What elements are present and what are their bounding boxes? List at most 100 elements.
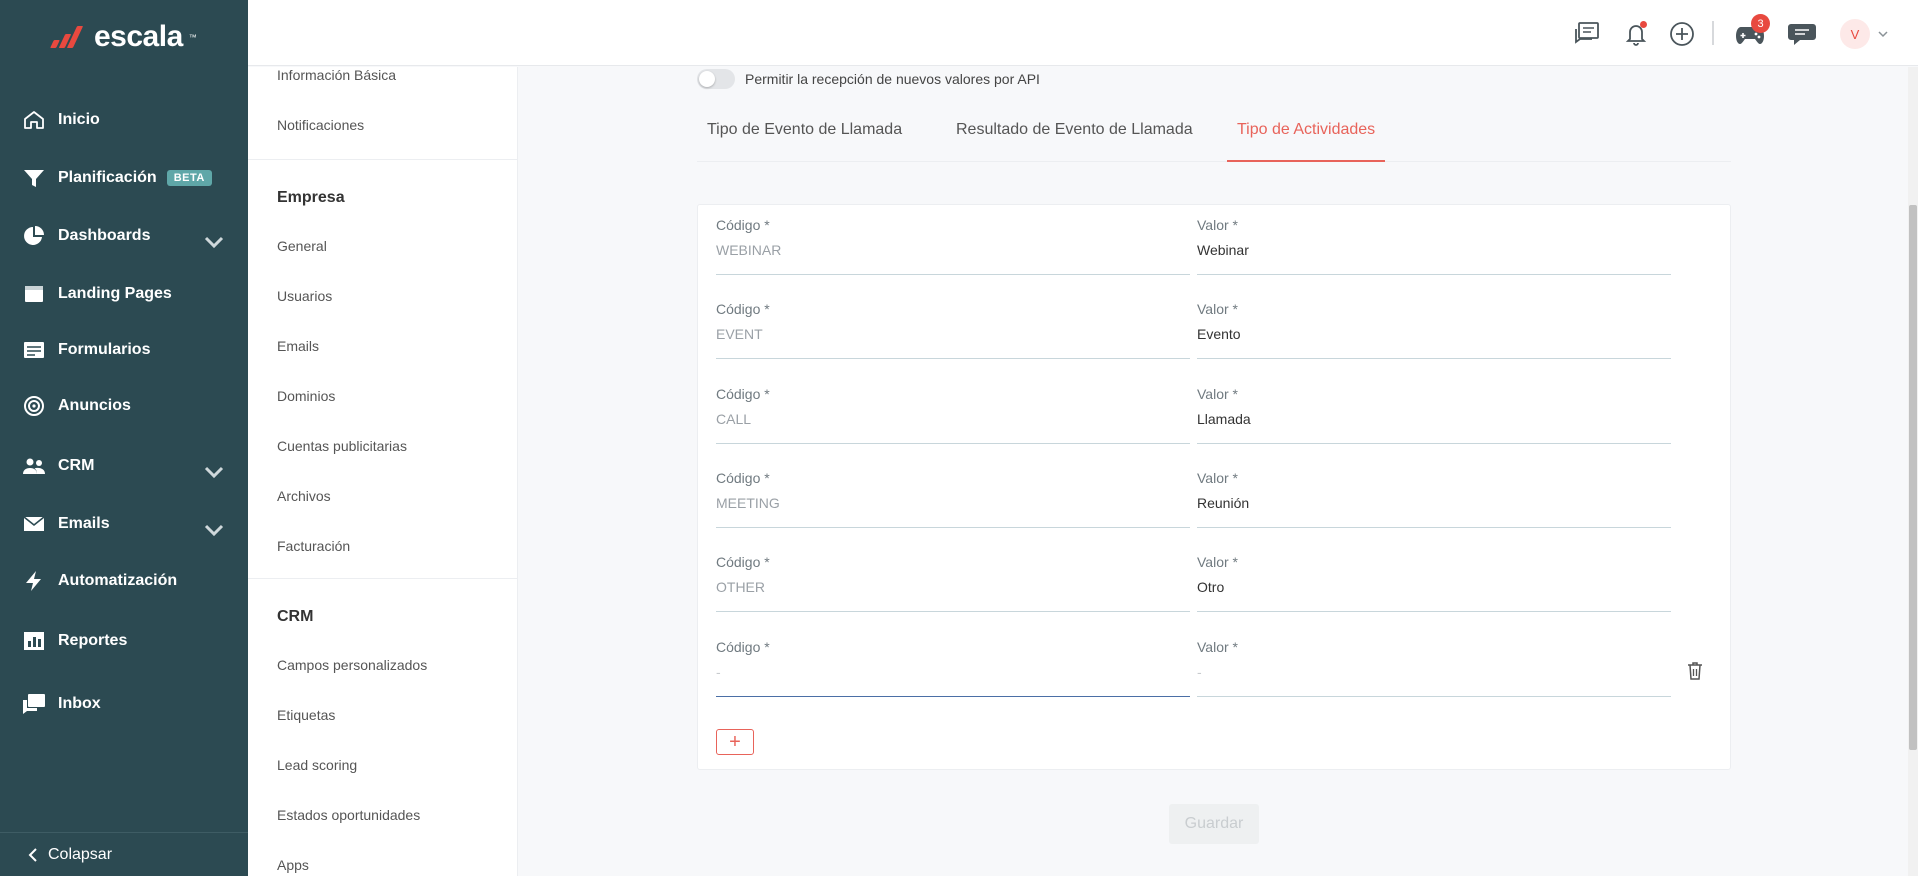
code-label: Código * bbox=[716, 554, 770, 570]
value-label: Valor * bbox=[1197, 301, 1238, 317]
trash-icon[interactable] bbox=[1686, 661, 1704, 681]
chevron-down-icon bbox=[204, 524, 224, 537]
collapse-button[interactable]: Colapsar bbox=[0, 832, 248, 876]
value-row: Código * WEBINAR Valor * Webinar bbox=[716, 217, 1716, 277]
tab-resultado-evento-llamada[interactable]: Resultado de Evento de Llamada bbox=[956, 107, 1193, 162]
code-value: MEETING bbox=[716, 495, 780, 511]
subnav-item-dominios[interactable]: Dominios bbox=[277, 388, 335, 404]
code-value: EVENT bbox=[716, 326, 763, 342]
value-row: Código * MEETING Valor * Reunión bbox=[716, 470, 1716, 530]
code-field[interactable]: Código * EVENT bbox=[716, 301, 1190, 359]
people-icon bbox=[23, 458, 45, 474]
user-avatar[interactable]: V bbox=[1840, 19, 1870, 49]
logo-mark-icon bbox=[48, 26, 88, 48]
value-label: Valor * bbox=[1197, 386, 1238, 402]
nav-item-planificacion[interactable]: Planificación BETA bbox=[0, 158, 248, 198]
nav-label: Inicio bbox=[58, 111, 100, 128]
envelope-icon bbox=[23, 516, 45, 531]
value-row: Código * OTHER Valor * Otro bbox=[716, 554, 1716, 614]
notifications-button[interactable] bbox=[1620, 18, 1652, 50]
subnav-item-lead-scoring[interactable]: Lead scoring bbox=[277, 757, 357, 773]
messages-icon bbox=[1575, 22, 1599, 44]
subnav-item-notificaciones[interactable]: Notificaciones bbox=[277, 117, 364, 133]
subnav-item-apps[interactable]: Apps bbox=[277, 857, 309, 873]
nav-item-inicio[interactable]: Inicio bbox=[0, 100, 248, 140]
tab-bar: Tipo de Evento de Llamada Resultado de E… bbox=[697, 107, 1731, 162]
subnav-item-campos-personalizados[interactable]: Campos personalizados bbox=[277, 657, 427, 673]
value-field[interactable]: Valor * Webinar bbox=[1197, 217, 1671, 275]
nav-item-landing-pages[interactable]: Landing Pages bbox=[0, 274, 248, 314]
code-label: Código * bbox=[716, 386, 770, 402]
value-value: Otro bbox=[1197, 579, 1225, 595]
code-field[interactable]: Código * CALL bbox=[716, 386, 1190, 444]
add-row-button[interactable]: + bbox=[716, 729, 754, 755]
new-value-input[interactable]: Valor * - bbox=[1197, 639, 1671, 697]
nav-item-automatizacion[interactable]: Automatización bbox=[0, 561, 248, 601]
code-placeholder: - bbox=[716, 664, 721, 680]
nav-item-formularios[interactable]: Formularios bbox=[0, 330, 248, 370]
value-field[interactable]: Valor * Evento bbox=[1197, 301, 1671, 359]
subnav-item-archivos[interactable]: Archivos bbox=[277, 488, 331, 504]
new-code-input[interactable]: Código * - bbox=[716, 639, 1190, 697]
escala-logo[interactable]: escala ™ bbox=[48, 20, 197, 54]
nav-item-emails[interactable]: Emails bbox=[0, 504, 248, 544]
logo-text: escala bbox=[94, 20, 183, 53]
subnav-item-usuarios[interactable]: Usuarios bbox=[277, 288, 332, 304]
subnav-item-general[interactable]: General bbox=[277, 238, 327, 254]
value-field[interactable]: Valor * Otro bbox=[1197, 554, 1671, 612]
beta-badge: BETA bbox=[166, 170, 212, 186]
pie-chart-icon bbox=[24, 226, 44, 245]
nav-item-inbox[interactable]: Inbox bbox=[0, 684, 248, 724]
tab-tipo-evento-llamada[interactable]: Tipo de Evento de Llamada bbox=[707, 107, 902, 162]
nav-label: Dashboards bbox=[58, 227, 151, 244]
gamification-button[interactable]: 3 bbox=[1734, 14, 1770, 50]
value-value: Evento bbox=[1197, 326, 1241, 342]
target-icon bbox=[24, 396, 44, 416]
nav-label: Automatización bbox=[58, 572, 178, 589]
subnav-item-emails[interactable]: Emails bbox=[277, 338, 319, 354]
code-value: WEBINAR bbox=[716, 242, 782, 258]
value-label: Valor * bbox=[1197, 217, 1238, 233]
subnav-item-etiquetas[interactable]: Etiquetas bbox=[277, 707, 335, 723]
scrollbar-thumb[interactable] bbox=[1909, 205, 1917, 750]
support-button[interactable] bbox=[1786, 18, 1818, 50]
messages-button[interactable] bbox=[1570, 18, 1602, 50]
nav-item-anuncios[interactable]: Anuncios bbox=[0, 386, 248, 426]
nav-item-reportes[interactable]: Reportes bbox=[0, 621, 248, 661]
form-icon bbox=[24, 342, 44, 358]
activity-types-card: Código * WEBINAR Valor * Webinar Código … bbox=[697, 204, 1731, 770]
tab-tipo-actividades[interactable]: Tipo de Actividades bbox=[1227, 107, 1386, 162]
value-field[interactable]: Valor * Llamada bbox=[1197, 386, 1671, 444]
api-values-toggle[interactable] bbox=[697, 69, 735, 89]
chevron-left-icon bbox=[28, 847, 37, 862]
create-button[interactable] bbox=[1666, 18, 1698, 50]
subnav-item-facturacion[interactable]: Facturación bbox=[277, 538, 350, 554]
code-field[interactable]: Código * MEETING bbox=[716, 470, 1190, 528]
nav-item-crm[interactable]: CRM bbox=[0, 446, 248, 486]
chevron-down-icon[interactable] bbox=[1878, 30, 1888, 38]
nav-item-dashboards[interactable]: Dashboards bbox=[0, 216, 248, 256]
value-row: Código * EVENT Valor * Evento bbox=[716, 301, 1716, 361]
code-label: Código * bbox=[716, 301, 770, 317]
api-values-toggle-label: Permitir la recepción de nuevos valores … bbox=[745, 71, 1040, 87]
code-label: Código * bbox=[716, 217, 770, 233]
nav-label: Reportes bbox=[58, 632, 128, 649]
code-field[interactable]: Código * WEBINAR bbox=[716, 217, 1190, 275]
value-placeholder: - bbox=[1197, 664, 1202, 680]
subnav-item-estados-oportunidades[interactable]: Estados oportunidades bbox=[277, 807, 420, 823]
chat-bubbles-icon bbox=[23, 694, 45, 714]
value-label: Valor * bbox=[1197, 639, 1238, 655]
main-sidebar: escala ™ Inicio Planificación BETA Dashbo… bbox=[0, 0, 248, 876]
code-field[interactable]: Código * OTHER bbox=[716, 554, 1190, 612]
home-icon bbox=[24, 111, 44, 129]
collapse-label: Colapsar bbox=[48, 845, 113, 863]
value-field[interactable]: Valor * Reunión bbox=[1197, 470, 1671, 528]
new-value-row: Código * - Valor * - bbox=[716, 639, 1716, 699]
funnel-icon bbox=[24, 170, 44, 187]
save-button[interactable]: Guardar bbox=[1169, 804, 1259, 844]
nav-label: Landing Pages bbox=[58, 285, 172, 302]
subnav-item-cuentas-publicitarias[interactable]: Cuentas publicitarias bbox=[277, 438, 407, 454]
value-label: Valor * bbox=[1197, 470, 1238, 486]
code-value: CALL bbox=[716, 411, 752, 427]
subnav-item-informacion-basica[interactable]: Información Básica bbox=[277, 67, 396, 83]
